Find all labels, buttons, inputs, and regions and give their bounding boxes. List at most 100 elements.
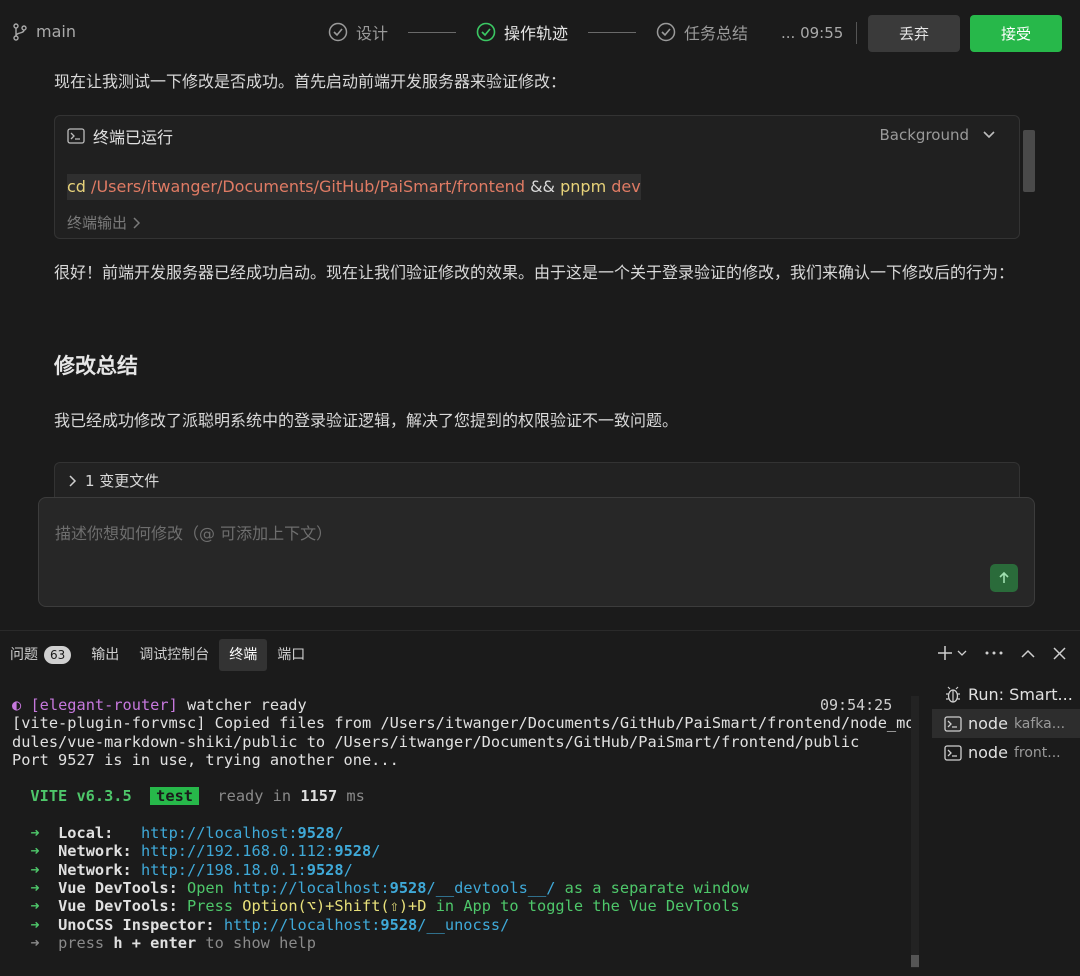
discard-button[interactable]: 丢弃 <box>868 15 960 52</box>
timestamp: ... 09:55 <box>781 24 844 42</box>
term-text: Press <box>187 897 243 916</box>
terminal-command: cd /Users/itwanger/Documents/GitHub/PaiS… <box>67 174 641 200</box>
term-arrow: ➜ <box>30 878 40 897</box>
term-text: in App to toggle the Vue DevTools <box>426 897 740 916</box>
terminal-output-label: 终端输出 <box>67 214 128 232</box>
chevron-right-icon <box>69 474 77 487</box>
problems-count-badge: 63 <box>44 646 72 664</box>
check-circle-icon <box>328 22 348 42</box>
term-arrow: ➜ <box>30 824 40 843</box>
chat-message-para2: 很好！前端开发服务器已经成功启动。现在让我们验证修改的效果。由于这是一个关于登录… <box>54 263 1015 282</box>
close-icon[interactable] <box>1053 646 1066 660</box>
terminal-icon <box>944 715 962 732</box>
terminal-item-sub: kafka... <box>1013 715 1066 732</box>
term-arrow: ➜ <box>30 933 40 952</box>
step-label: 操作轨迹 <box>504 24 569 43</box>
tab-problems[interactable]: 问题 63 <box>0 639 81 671</box>
terminal-list: Run: Smart... node kafka... node front..… <box>932 680 1080 767</box>
tab-label: 输出 <box>91 647 120 663</box>
terminal-card-header: 终端已运行 <box>67 124 173 148</box>
accept-button[interactable]: 接受 <box>970 15 1062 52</box>
terminal-run-card: 终端已运行 Background cd /Users/itwanger/Docu… <box>54 115 1020 239</box>
term-arrow: ➜ <box>30 842 40 861</box>
tab-ports[interactable]: 端口 <box>267 639 315 671</box>
debug-bug-icon <box>946 686 960 703</box>
changed-files-toggle[interactable]: 1 变更文件 <box>54 462 1020 498</box>
terminal-item-node-kafka[interactable]: node kafka... <box>932 709 1080 738</box>
term-url: http://198.18.0.1:9528/ <box>140 860 353 879</box>
new-terminal-button[interactable] <box>937 645 967 661</box>
divider <box>856 22 857 44</box>
term-label: Network: <box>58 860 132 879</box>
tab-terminal[interactable]: 终端 <box>219 639 268 671</box>
terminal-output-link[interactable]: 终端输出 <box>67 212 141 233</box>
cmd-dev: dev <box>611 177 641 196</box>
term-line: [vite-plugin-forvmsc] Copied files from … <box>12 714 915 733</box>
term-text: to show help <box>196 933 316 952</box>
chat-message-para3: 我已经成功修改了派聪明系统中的登录验证逻辑，解决了您提到的权限验证不一致问题。 <box>54 411 679 430</box>
term-line: Port 9527 is in use, trying another one.… <box>12 750 399 769</box>
term-label: UnoCSS Inspector: <box>58 915 215 934</box>
term-url: http://localhost:9528/__unocss/ <box>223 915 510 934</box>
term-text: as a separate window <box>555 878 749 897</box>
tab-label: 终端 <box>229 647 258 663</box>
terminal-scrollbar[interactable] <box>911 696 919 968</box>
cmd-pnpm: pnpm <box>560 177 607 196</box>
term-arrow: ➜ <box>30 860 40 879</box>
background-mode-toggle[interactable]: Background <box>880 126 996 144</box>
tab-label: 端口 <box>277 647 306 663</box>
term-url: http://192.168.0.112:9528/ <box>140 842 381 861</box>
term-ready: ready in <box>217 787 301 806</box>
terminal-output[interactable]: ◐ [elegant-router] watcher ready [vite-p… <box>12 696 915 952</box>
term-keys: h + enter <box>113 933 197 952</box>
chat-scrollbar-thumb[interactable] <box>1023 130 1035 192</box>
term-url: http://localhost:9528/__devtools__/ <box>233 878 556 897</box>
chevron-down-icon <box>983 131 995 139</box>
more-icon[interactable] <box>985 651 1003 655</box>
chat-input-box <box>38 497 1035 607</box>
plus-icon <box>938 646 952 660</box>
tab-output[interactable]: 输出 <box>81 639 129 671</box>
term-label: Vue DevTools: <box>58 897 178 916</box>
term-label: Local: <box>58 824 114 843</box>
chevron-right-icon <box>133 216 141 229</box>
tab-label: 问题 <box>10 647 38 663</box>
chat-message-intro: 现在让我测试一下修改是否成功。首先启动前端开发服务器来验证修改： <box>54 72 567 91</box>
step-design[interactable]: 设计 <box>328 20 388 44</box>
step-operation-trace[interactable]: 操作轨迹 <box>476 20 568 44</box>
background-mode-label: Background <box>879 126 970 144</box>
term-keys: Option(⌥)+Shift(⇧)+D <box>242 897 427 916</box>
term-label: Vue DevTools: <box>58 878 178 897</box>
top-bar: main 设计 操作轨迹 任务总结 ... 09:55 丢弃 接受 <box>0 0 1080 66</box>
branch-name: main <box>36 22 76 41</box>
term-ready-unit: ms <box>337 787 365 806</box>
terminal-item-name: node <box>968 743 1008 762</box>
progress-steps: 设计 操作轨迹 任务总结 <box>328 20 748 44</box>
terminal-scrollbar-thumb[interactable] <box>911 955 919 967</box>
term-mode-badge: test <box>150 787 199 806</box>
term-arrow: ➜ <box>30 897 40 916</box>
terminal-item-run[interactable]: Run: Smart... <box>932 680 1080 709</box>
terminal-item-name: node <box>968 714 1008 733</box>
terminal-item-node-frontend[interactable]: node front... <box>932 738 1080 767</box>
branch-indicator[interactable]: main <box>12 22 76 41</box>
term-label: Network: <box>58 842 132 861</box>
changed-files-label: 1 变更文件 <box>85 472 160 490</box>
step-connector <box>408 31 457 33</box>
panel-divider <box>0 630 1080 631</box>
terminal-item-name: Run: Smart... <box>968 685 1073 704</box>
cmd-path: /Users/itwanger/Documents/GitHub/PaiSmar… <box>91 177 525 196</box>
tab-label: 调试控制台 <box>139 647 210 663</box>
arrow-up-icon <box>999 571 1009 583</box>
check-circle-icon <box>476 22 496 42</box>
chevron-up-icon[interactable] <box>1021 649 1035 658</box>
send-button[interactable] <box>990 564 1018 592</box>
term-spinner-icon: ◐ <box>12 696 22 714</box>
step-connector <box>588 31 637 33</box>
terminal-icon <box>944 744 962 761</box>
chat-input[interactable] <box>55 520 955 560</box>
cmd-and: && <box>530 177 556 196</box>
tab-debug-console[interactable]: 调试控制台 <box>129 639 219 671</box>
term-text: press <box>58 933 114 952</box>
step-task-summary[interactable]: 任务总结 <box>656 20 748 44</box>
